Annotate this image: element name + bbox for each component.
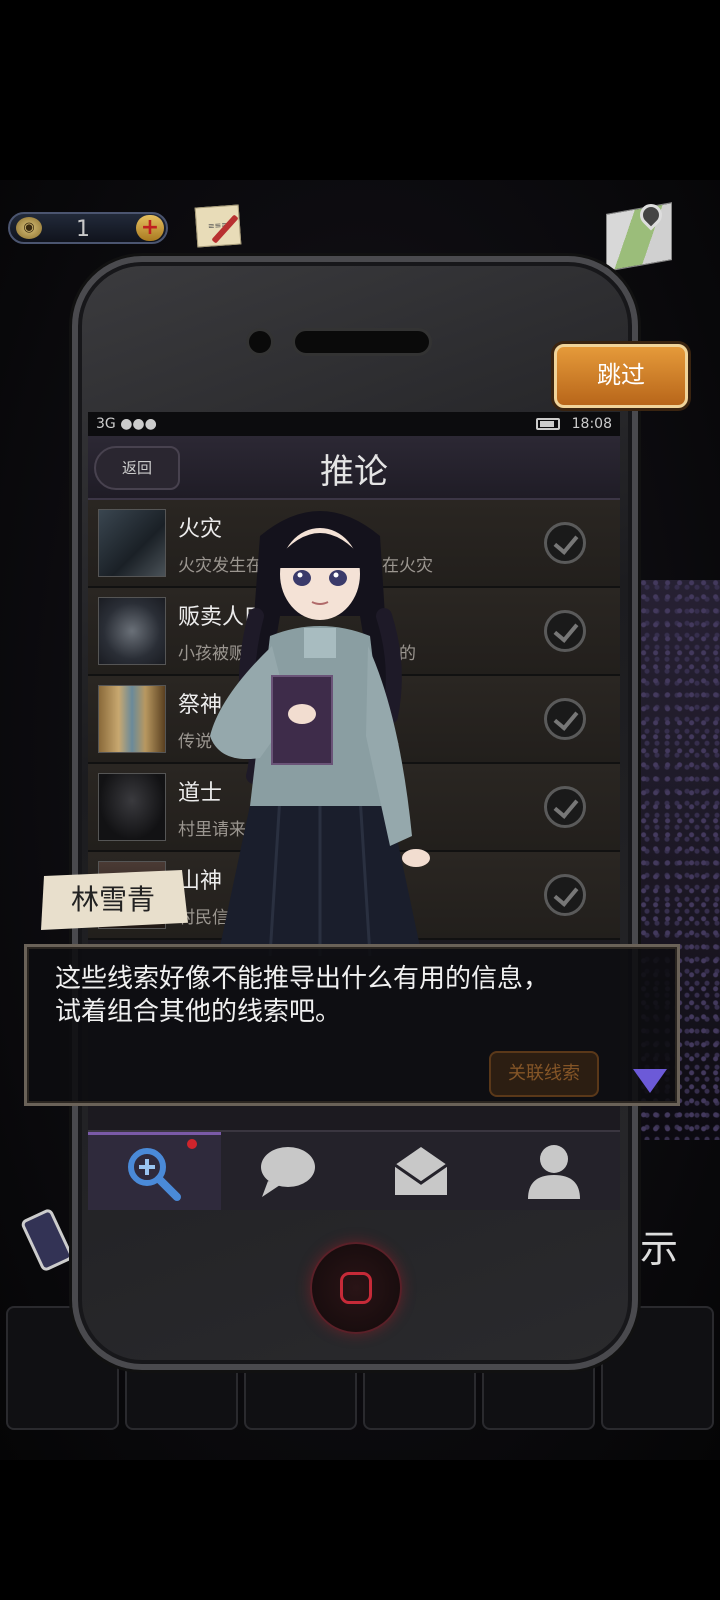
speaker-name-tag: 林雪青 bbox=[41, 870, 188, 930]
checkmark-icon bbox=[544, 786, 586, 828]
status-time: 18:08 bbox=[571, 416, 612, 432]
checkmark-icon bbox=[544, 874, 586, 916]
nav-bar: 返回 推论 bbox=[88, 436, 620, 500]
notification-dot bbox=[187, 1139, 197, 1149]
coin-counter: ◉ 1 + bbox=[8, 212, 168, 244]
checkmark-icon bbox=[544, 522, 586, 564]
character-lin-xueqing bbox=[210, 511, 430, 956]
dialogue-box[interactable]: 这些线索好像不能推导出什么有用的信息， 试着组合其他的线索吧。 关联线索 bbox=[24, 944, 680, 1106]
dialogue-line: 这些线索好像不能推导出什么有用的信息， bbox=[55, 964, 550, 994]
home-button[interactable] bbox=[310, 1242, 402, 1334]
tab-profile[interactable] bbox=[487, 1132, 620, 1210]
link-clues-button: 关联线索 bbox=[489, 1051, 599, 1097]
page-title: 推论 bbox=[320, 452, 388, 492]
coin-icon: ◉ bbox=[16, 217, 42, 239]
clue-thumbnail bbox=[98, 509, 166, 577]
front-camera bbox=[246, 328, 274, 356]
phone-tab-bar bbox=[88, 1130, 620, 1210]
dialogue-line: 试着组合其他的线索吧。 bbox=[55, 997, 342, 1027]
home-square-icon bbox=[340, 1272, 372, 1304]
dialogue-text: 这些线索好像不能推导出什么有用的信息， 试着组合其他的线索吧。 bbox=[55, 963, 665, 1029]
status-bar: 3G ●●● 18:08 bbox=[88, 412, 620, 436]
network-indicator: 3G ●●● bbox=[96, 416, 157, 432]
user-icon bbox=[527, 1145, 580, 1199]
tab-deduce[interactable] bbox=[88, 1132, 221, 1210]
magnifier-plus-icon bbox=[127, 1147, 181, 1201]
checkmark-icon bbox=[544, 698, 586, 740]
next-arrow-icon[interactable] bbox=[633, 1069, 667, 1093]
battery-icon bbox=[535, 418, 560, 430]
chat-bubble-icon bbox=[260, 1147, 315, 1197]
tab-mail[interactable] bbox=[354, 1132, 487, 1210]
skip-button[interactable]: 跳过 bbox=[554, 344, 688, 408]
tab-chat[interactable] bbox=[221, 1132, 354, 1210]
coin-count: 1 bbox=[76, 217, 90, 242]
clue-thumbnail bbox=[98, 685, 166, 753]
envelope-icon bbox=[393, 1147, 448, 1195]
hint-button-fragment: 示 bbox=[640, 1227, 679, 1271]
add-coins-button[interactable]: + bbox=[136, 215, 164, 241]
clue-thumbnail bbox=[98, 773, 166, 841]
clue-thumbnail bbox=[98, 597, 166, 665]
earpiece-speaker bbox=[292, 328, 432, 356]
checkmark-icon bbox=[544, 610, 586, 652]
